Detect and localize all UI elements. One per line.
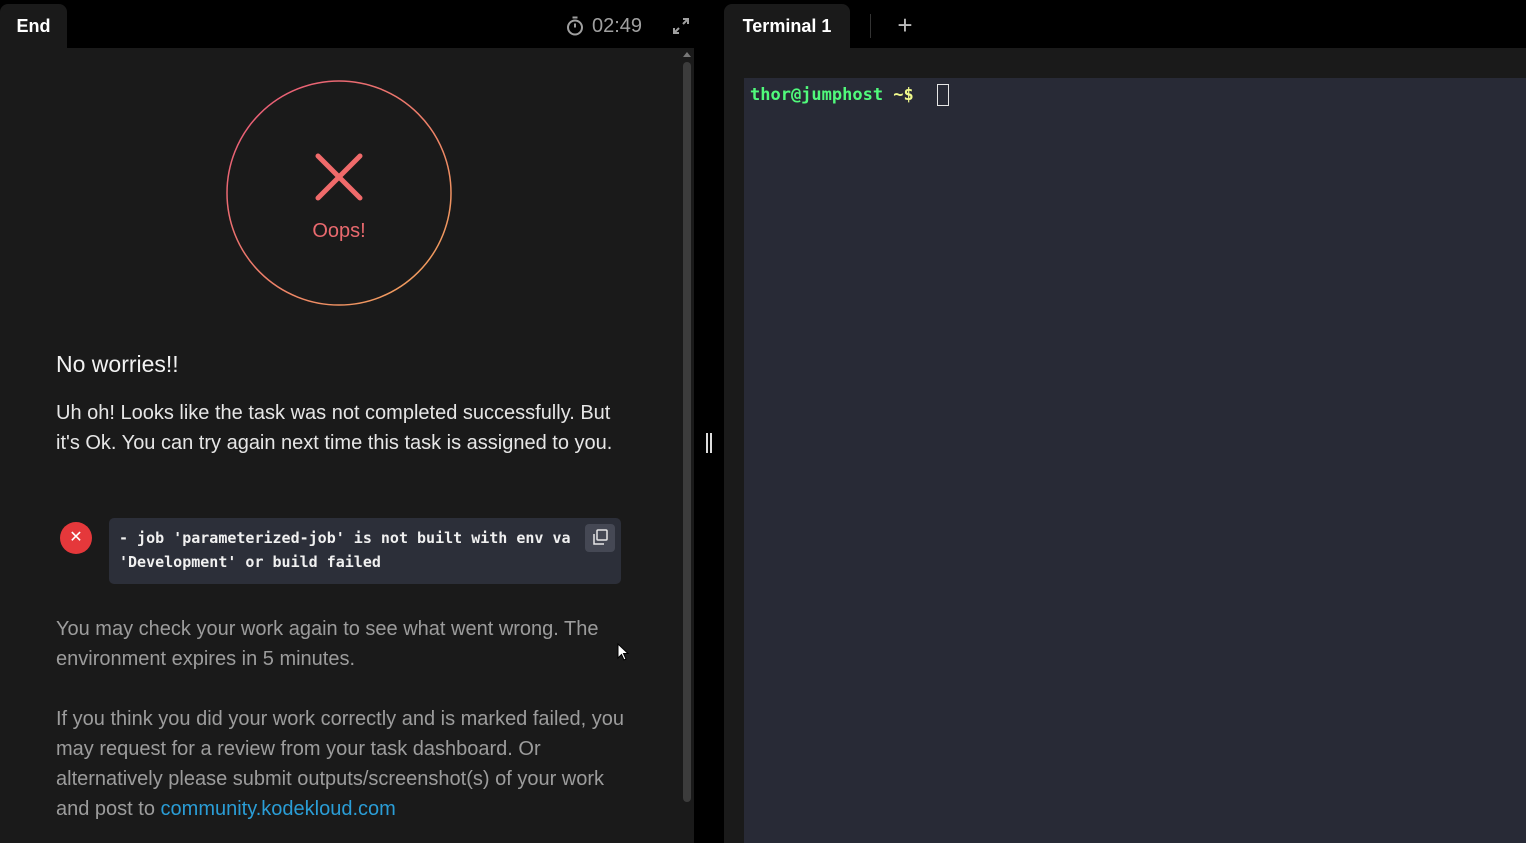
result-message: Uh oh! Looks like the task was not compl… (56, 402, 613, 454)
terminal-prompt: thor@jumphost ~$ (750, 83, 914, 107)
oops-label: Oops! (312, 220, 366, 242)
timer-value: 02:49 (592, 14, 643, 37)
tab-separator (870, 14, 871, 38)
pane-divider (694, 0, 724, 843)
review-request-text: If you think you did your work correctly… (56, 704, 636, 824)
mouse-pointer-icon (617, 643, 629, 661)
terminal-screen[interactable] (744, 78, 1526, 843)
error-text: - job 'parameterized-job' is not built w… (119, 529, 571, 571)
prompt-user: thor@jumphost (750, 85, 884, 105)
timer: 02:49 (566, 12, 642, 40)
stopwatch-icon (567, 16, 583, 36)
tab-terminal-1[interactable]: Terminal 1 (724, 4, 850, 48)
result-heading: No worries!! (56, 351, 179, 377)
prompt-path: ~$ (883, 85, 914, 105)
community-link[interactable]: community.kodekloud.com (161, 798, 396, 820)
scrollbar-thumb[interactable] (683, 62, 691, 802)
expand-icon[interactable] (671, 16, 691, 36)
check-work-text: You may check your work again to see wha… (56, 618, 599, 670)
failure-circle (226, 80, 452, 306)
add-tab-plus-icon[interactable]: + (895, 12, 915, 38)
left-tab-bar: End 02:49 (0, 0, 694, 48)
terminal-cursor (937, 84, 949, 106)
result-panel: Oops! No worries!! Uh oh! Looks like the… (0, 48, 694, 843)
error-message-box: - job 'parameterized-job' is not built w… (109, 518, 621, 584)
copy-icon[interactable] (585, 524, 615, 552)
tab-end[interactable]: End (0, 4, 67, 48)
cross-icon (315, 153, 363, 201)
error-icon: ✕ (60, 522, 92, 554)
terminal-tab-bar: Terminal 1 + (724, 0, 1526, 48)
resize-handle-icon[interactable] (706, 433, 712, 453)
scroll-up-arrow-icon[interactable] (683, 52, 691, 57)
